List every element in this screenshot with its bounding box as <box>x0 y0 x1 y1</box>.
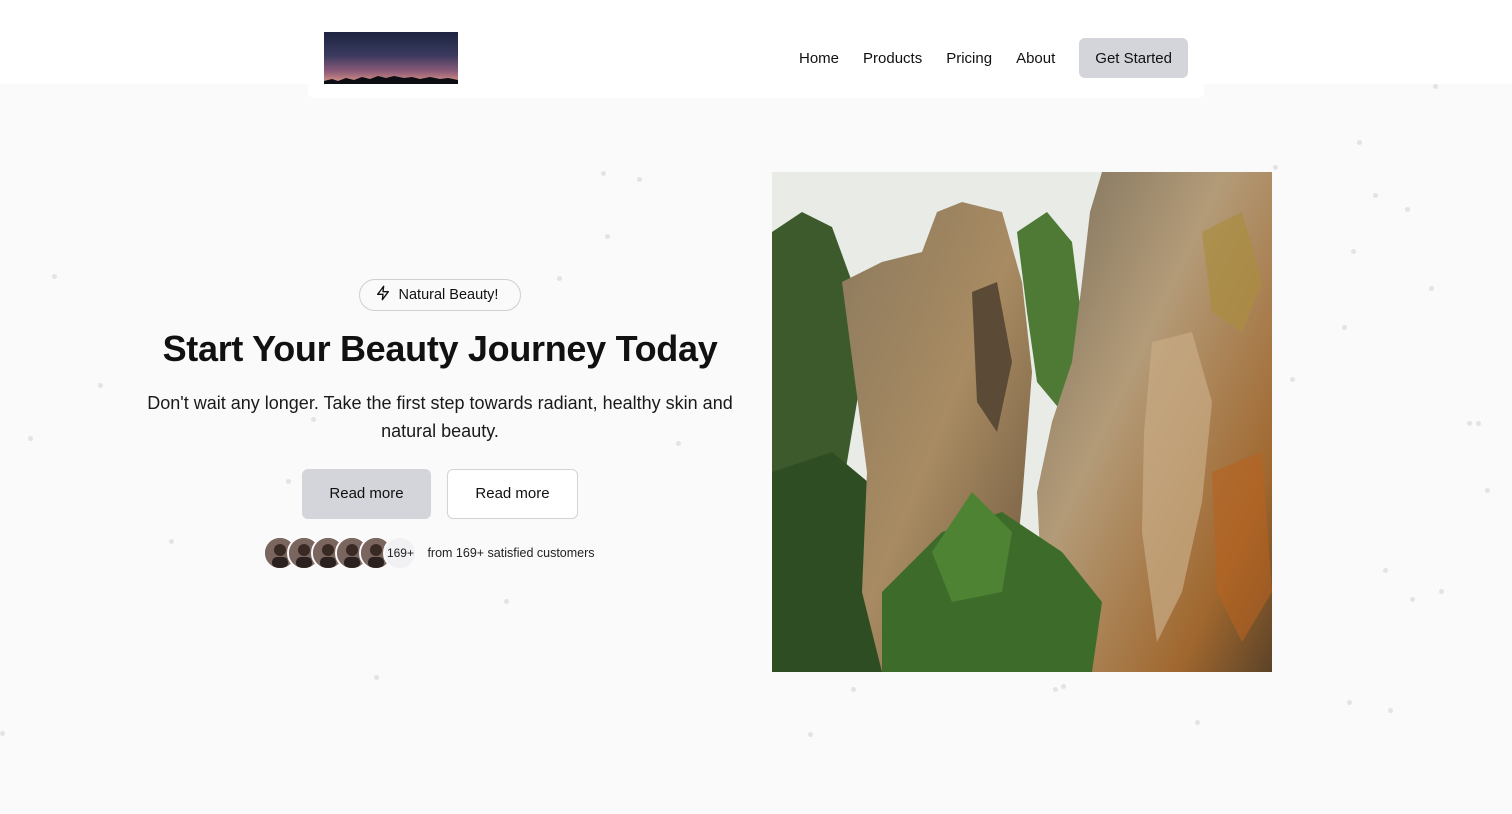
hero-badge: Natural Beauty! <box>358 279 522 311</box>
hero-actions: Read more Read more <box>302 468 578 519</box>
badge-label: Natural Beauty! <box>398 287 499 303</box>
social-proof: 169+ from 169+ satisfied customers <box>263 535 595 570</box>
main-nav: Home Products Pricing About Get Started <box>799 38 1188 78</box>
nav-products[interactable]: Products <box>863 50 922 67</box>
logo-image <box>324 32 458 84</box>
avatar-group: 169+ <box>263 535 418 570</box>
hero-title: Start Your Beauty Journey Today <box>162 328 718 369</box>
social-proof-text: from 169+ satisfied customers <box>427 545 595 560</box>
customer-count-badge: 169+ <box>383 535 418 570</box>
lightning-icon <box>375 285 391 305</box>
read-more-primary-button[interactable]: Read more <box>302 468 431 519</box>
nav-about[interactable]: About <box>1016 50 1055 67</box>
get-started-button[interactable]: Get Started <box>1079 38 1188 78</box>
nav-pricing[interactable]: Pricing <box>946 50 992 67</box>
hero-content: Natural Beauty! Start Your Beauty Journe… <box>140 279 740 570</box>
rock-landscape-image <box>772 172 1272 672</box>
hero-image <box>772 172 1272 672</box>
hero-subtitle: Don't wait any longer. Take the first st… <box>147 392 733 441</box>
read-more-secondary-button[interactable]: Read more <box>447 468 578 519</box>
nav-home[interactable]: Home <box>799 50 839 67</box>
site-logo[interactable] <box>324 32 458 84</box>
